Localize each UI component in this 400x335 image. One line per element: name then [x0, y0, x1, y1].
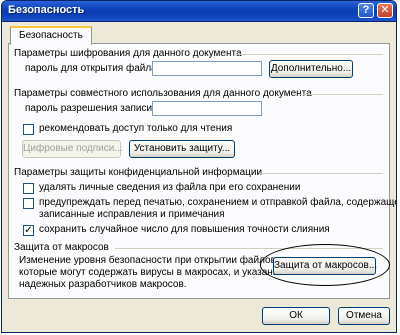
warn-before-print-label: предупреждать перед печатью, сохранением… [39, 197, 397, 221]
ok-button[interactable]: ОК [262, 307, 330, 325]
sharing-divider [299, 94, 383, 95]
help-icon: ? [362, 4, 370, 16]
open-password-input[interactable] [152, 61, 262, 76]
random-number-label: сохранить случайное число для повышения … [39, 224, 330, 235]
security-dialog: Безопасность ? ✕ Безопасность Параметры … [1, 0, 397, 333]
close-button[interactable]: ✕ [377, 3, 393, 18]
title-bar[interactable]: Безопасность ? ✕ [2, 1, 396, 22]
warn-line-2: записанные исправления и примечания [39, 209, 225, 220]
readonly-checkbox[interactable] [23, 124, 34, 135]
macro-desc-line-2: которые могут содержать вирусы в макроса… [19, 267, 284, 278]
macro-heading: Защита от макросов [14, 242, 109, 253]
warn-before-print-checkbox[interactable] [23, 198, 34, 209]
tab-security[interactable]: Безопасность [10, 26, 92, 45]
encryption-heading: Параметры шифрования для данного докумен… [14, 48, 242, 59]
write-password-input[interactable] [152, 101, 262, 116]
readonly-label: рекомендовать доступ только для чтения [39, 123, 233, 134]
open-password-label: пароль для открытия файла: [25, 63, 160, 74]
warn-line-1: предупреждать перед печатью, сохранением… [39, 197, 397, 208]
privacy-divider [259, 173, 383, 174]
cancel-button[interactable]: Отмена [338, 307, 390, 325]
digital-signatures-button[interactable]: Цифровые подписи... [22, 140, 123, 158]
remove-personal-info-label: удалять личные сведения из файла при его… [39, 182, 301, 193]
advanced-button[interactable]: Дополнительно... [269, 60, 353, 78]
sharing-heading: Параметры совместного использования для … [14, 88, 312, 99]
help-button[interactable]: ? [358, 3, 374, 18]
macro-desc-line-3: надежных разработчиков макросов. [19, 279, 187, 290]
macro-description: Изменение уровня безопасности при открыт… [19, 255, 284, 291]
protect-document-button[interactable]: Установить защиту... [129, 140, 235, 158]
random-number-checkbox[interactable]: ✓ [23, 225, 34, 236]
privacy-heading: Параметры защиты конфиденциальной информ… [14, 167, 263, 178]
checkmark-icon: ✓ [24, 225, 33, 236]
macro-desc-line-1: Изменение уровня безопасности при открыт… [19, 255, 279, 266]
window-title: Безопасность [8, 4, 85, 16]
write-password-label: пароль разрешения записи: [25, 103, 155, 114]
encryption-divider [235, 54, 383, 55]
close-icon: ✕ [380, 4, 390, 16]
remove-personal-info-checkbox[interactable] [23, 183, 34, 194]
hand-drawn-highlight-ellipse [260, 244, 390, 286]
